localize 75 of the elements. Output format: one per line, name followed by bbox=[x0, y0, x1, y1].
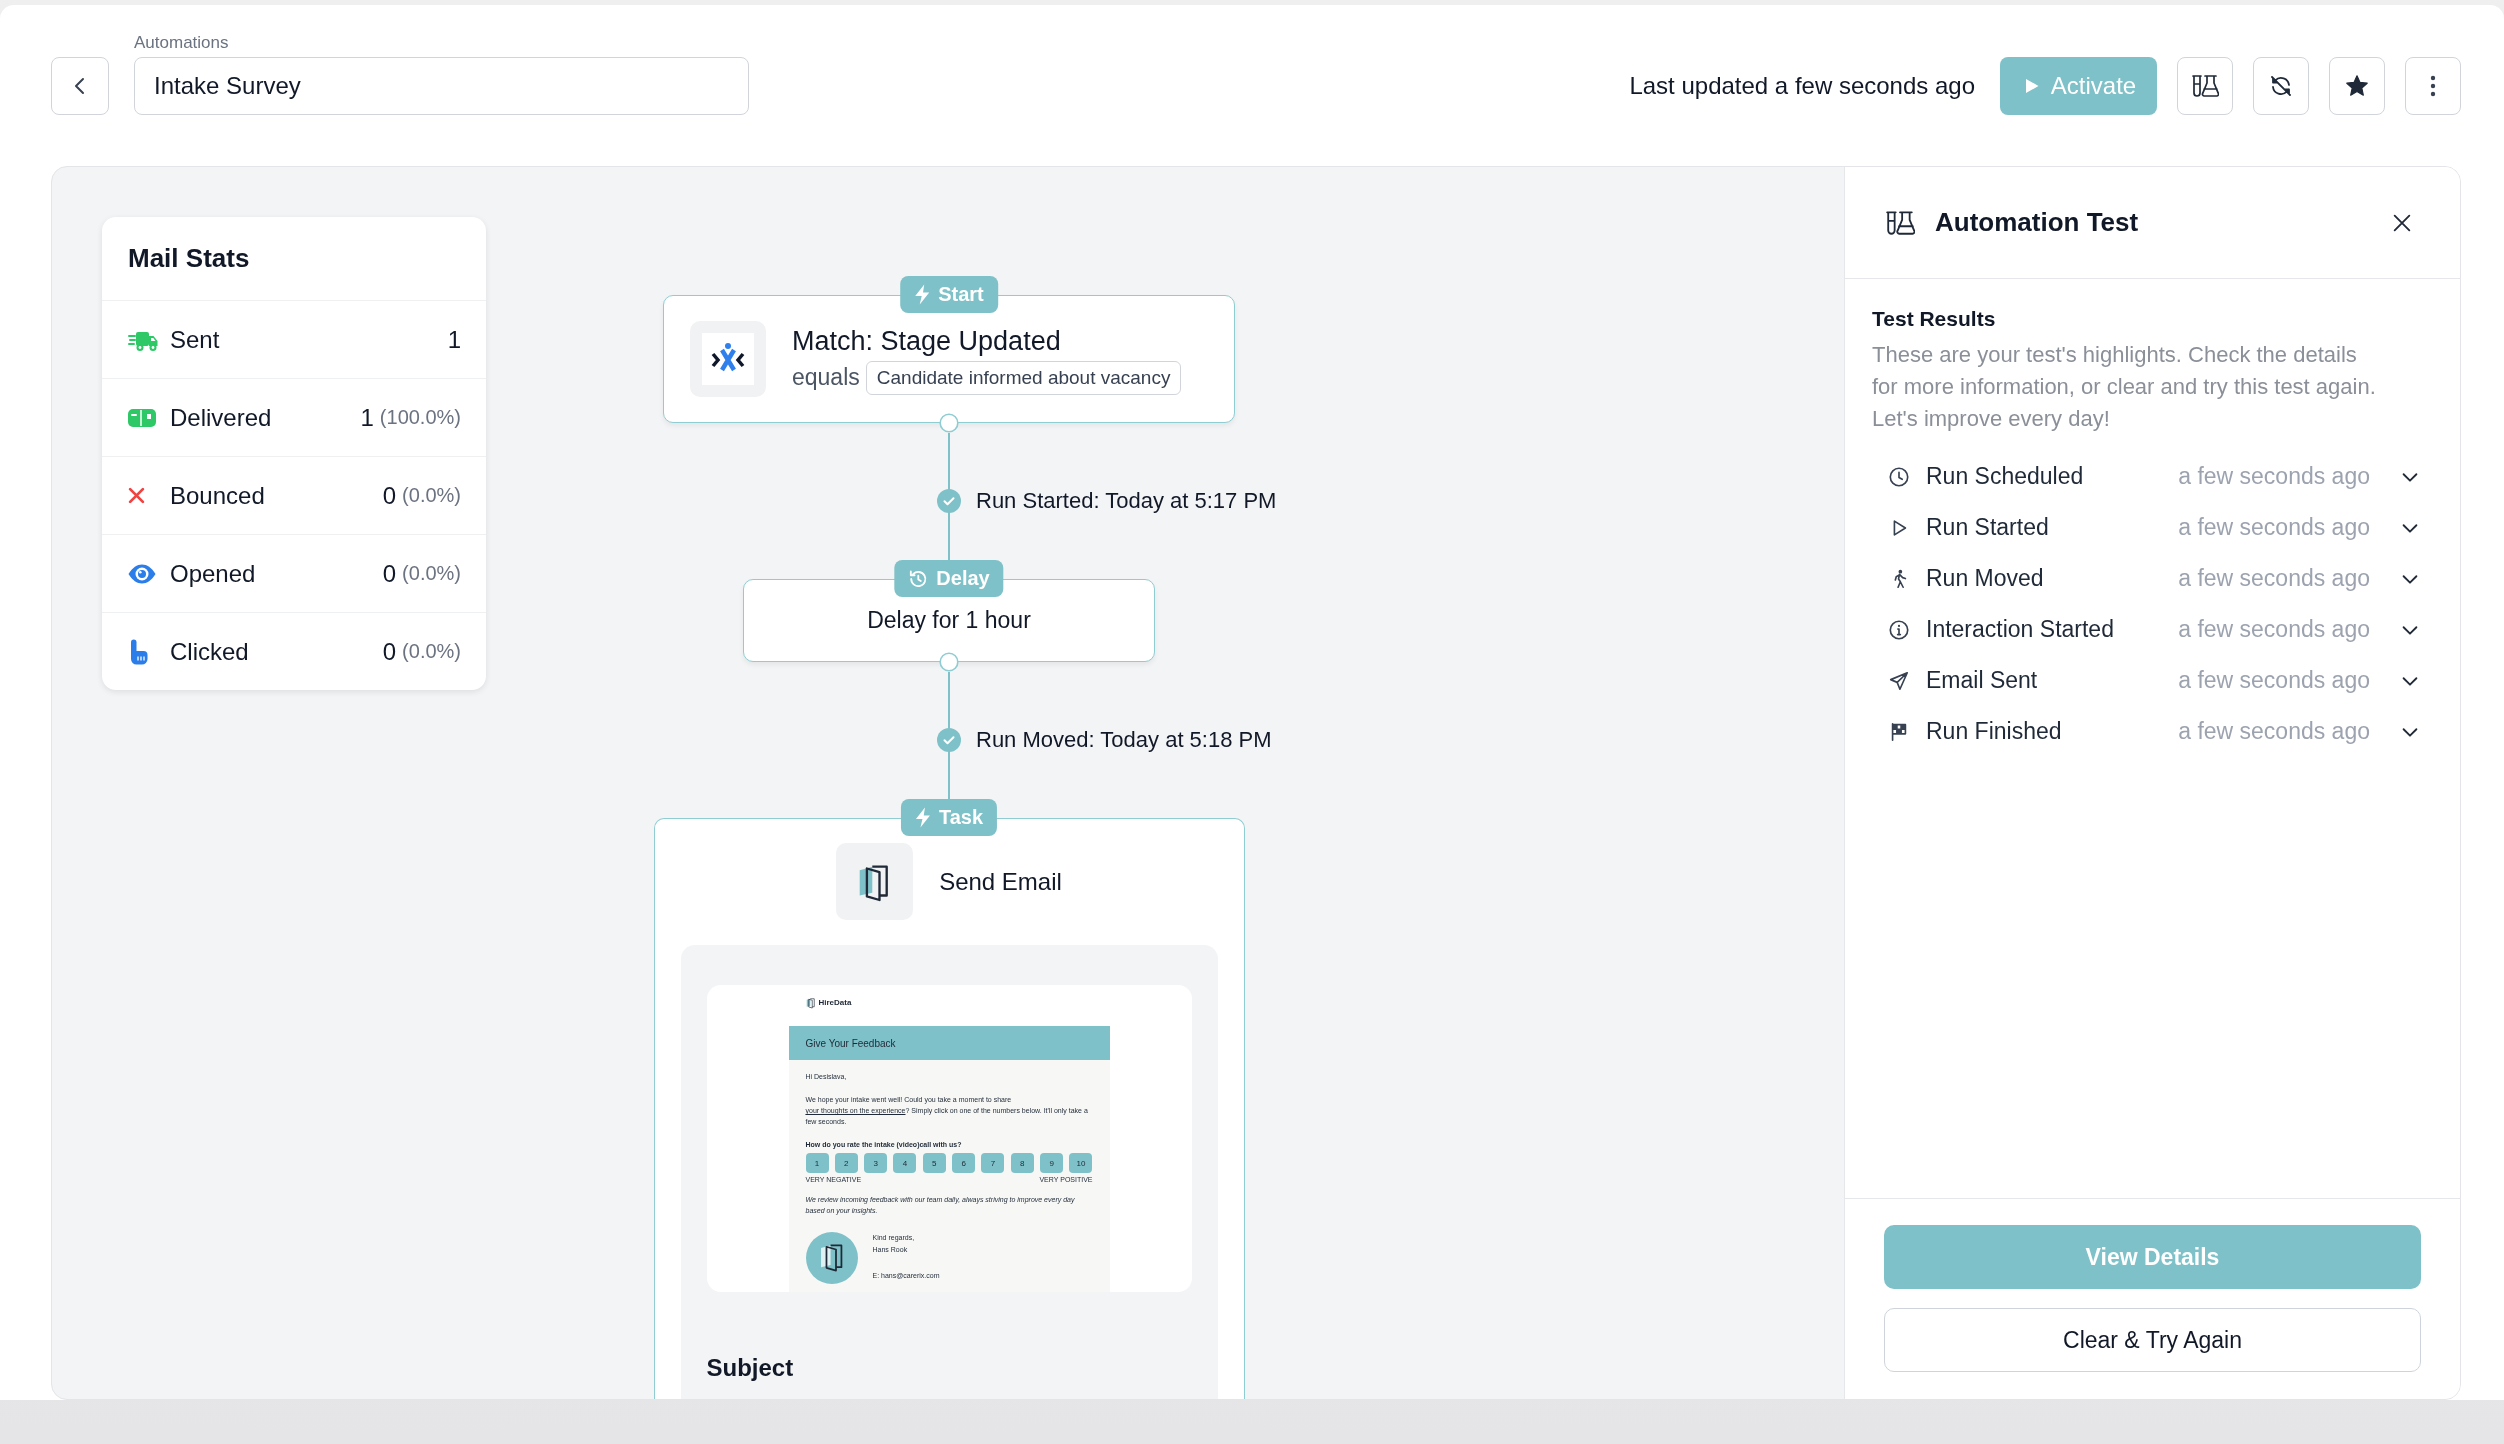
event-time: a few seconds ago bbox=[2178, 514, 2370, 541]
stat-count: 0 bbox=[382, 559, 397, 588]
event-label: Email Sent bbox=[1926, 667, 2039, 694]
checkpoint-text: Run Moved: Today at 5:18 PM bbox=[976, 727, 1272, 753]
event-label: Interaction Started bbox=[1926, 616, 2115, 643]
avatar-logo-icon bbox=[805, 1232, 858, 1284]
event-label: Run Scheduled bbox=[1926, 463, 2085, 490]
step-label: Delay bbox=[936, 567, 990, 590]
node-title: Delay for 1 hour bbox=[867, 607, 1031, 634]
flask-icon bbox=[1885, 209, 1915, 236]
rating-button[interactable]: 8 bbox=[1010, 1153, 1034, 1173]
event-time: a few seconds ago bbox=[2178, 565, 2370, 592]
sync-off-button[interactable] bbox=[2253, 57, 2309, 115]
event-label: Run Started bbox=[1926, 514, 2050, 541]
star-button[interactable] bbox=[2329, 57, 2385, 115]
rating-button[interactable]: 10 bbox=[1069, 1153, 1093, 1173]
stat-percent: (0.0%) bbox=[402, 640, 461, 663]
brand-name: HireData bbox=[818, 997, 852, 1009]
rating-button[interactable]: 6 bbox=[952, 1153, 976, 1173]
card-title: Mail Stats bbox=[128, 243, 250, 274]
stat-percent: (0.0%) bbox=[402, 484, 461, 507]
star-icon bbox=[2345, 74, 2369, 98]
event-time: a few seconds ago bbox=[2178, 616, 2370, 643]
logo-icon bbox=[690, 321, 766, 397]
sync-off-icon bbox=[2269, 74, 2293, 98]
stat-count: 1 bbox=[447, 325, 461, 354]
event-time: a few seconds ago bbox=[2178, 718, 2370, 745]
rating-button[interactable]: 1 bbox=[805, 1153, 829, 1173]
paper-plane-icon bbox=[1888, 669, 1910, 692]
rating-button[interactable]: 3 bbox=[864, 1153, 888, 1173]
stat-count: 0 bbox=[382, 481, 397, 510]
secondary-button[interactable]: Clear & Try Again bbox=[1884, 1308, 2421, 1372]
event-label: Run Finished bbox=[1926, 718, 2063, 745]
stat-percent: (0.0%) bbox=[402, 562, 461, 585]
title-field[interactable]: Intake Survey bbox=[134, 57, 749, 115]
flask-button[interactable] bbox=[2177, 57, 2233, 115]
subject-label: Subject bbox=[706, 1354, 794, 1382]
email-heading: Give Your Feedback bbox=[805, 1037, 896, 1049]
condition-operator: equals bbox=[792, 364, 860, 391]
rating-button[interactable]: 9 bbox=[1040, 1153, 1064, 1173]
condition-value: Candidate informed about vacancy bbox=[865, 360, 1182, 395]
panel-title: Automation Test bbox=[1935, 207, 2140, 238]
flask-icon bbox=[2191, 74, 2219, 98]
rating-button[interactable]: 7 bbox=[981, 1153, 1005, 1173]
rating-button[interactable]: 4 bbox=[893, 1153, 917, 1173]
step-label: Task bbox=[938, 806, 984, 829]
last-updated-text: Last updated a few seconds ago bbox=[1629, 72, 1975, 100]
more-icon bbox=[2430, 75, 2436, 97]
breadcrumb-label: Automations bbox=[134, 33, 229, 53]
step-label: Start bbox=[938, 283, 984, 306]
lightning-icon bbox=[914, 807, 931, 828]
stat-label: Clicked bbox=[170, 637, 250, 666]
section-title: Test Results bbox=[1872, 306, 1997, 332]
stat-label: Opened bbox=[170, 559, 257, 588]
event-time: a few seconds ago bbox=[2178, 463, 2370, 490]
stat-label: Sent bbox=[170, 325, 221, 354]
stat-percent: (100.0%) bbox=[379, 406, 461, 429]
rating-button[interactable]: 2 bbox=[834, 1153, 858, 1173]
node-title: Send Email bbox=[939, 867, 1062, 896]
node-title: Match: Stage Updated bbox=[792, 324, 1061, 358]
stat-label: Delivered bbox=[170, 403, 273, 432]
history-icon bbox=[908, 568, 929, 589]
brand-logo-icon bbox=[805, 997, 816, 1009]
description-text: These are your test's highlights. Check the details for more information, or clear and try this test again. Let's improve every day! bbox=[1872, 341, 2377, 433]
stat-count: 0 bbox=[382, 637, 397, 666]
info-icon bbox=[1888, 618, 1910, 641]
rating-button[interactable]: 5 bbox=[922, 1153, 946, 1173]
event-time: a few seconds ago bbox=[2178, 667, 2370, 694]
checkpoint-text: Run Started: Today at 5:17 PM bbox=[976, 488, 1277, 514]
lightning-icon bbox=[914, 284, 931, 305]
clock-icon bbox=[1888, 465, 1910, 488]
stat-label: Bounced bbox=[170, 481, 266, 510]
stat-count: 1 bbox=[360, 403, 374, 432]
event-label: Run Moved bbox=[1926, 565, 2045, 592]
pages-icon bbox=[836, 843, 914, 920]
